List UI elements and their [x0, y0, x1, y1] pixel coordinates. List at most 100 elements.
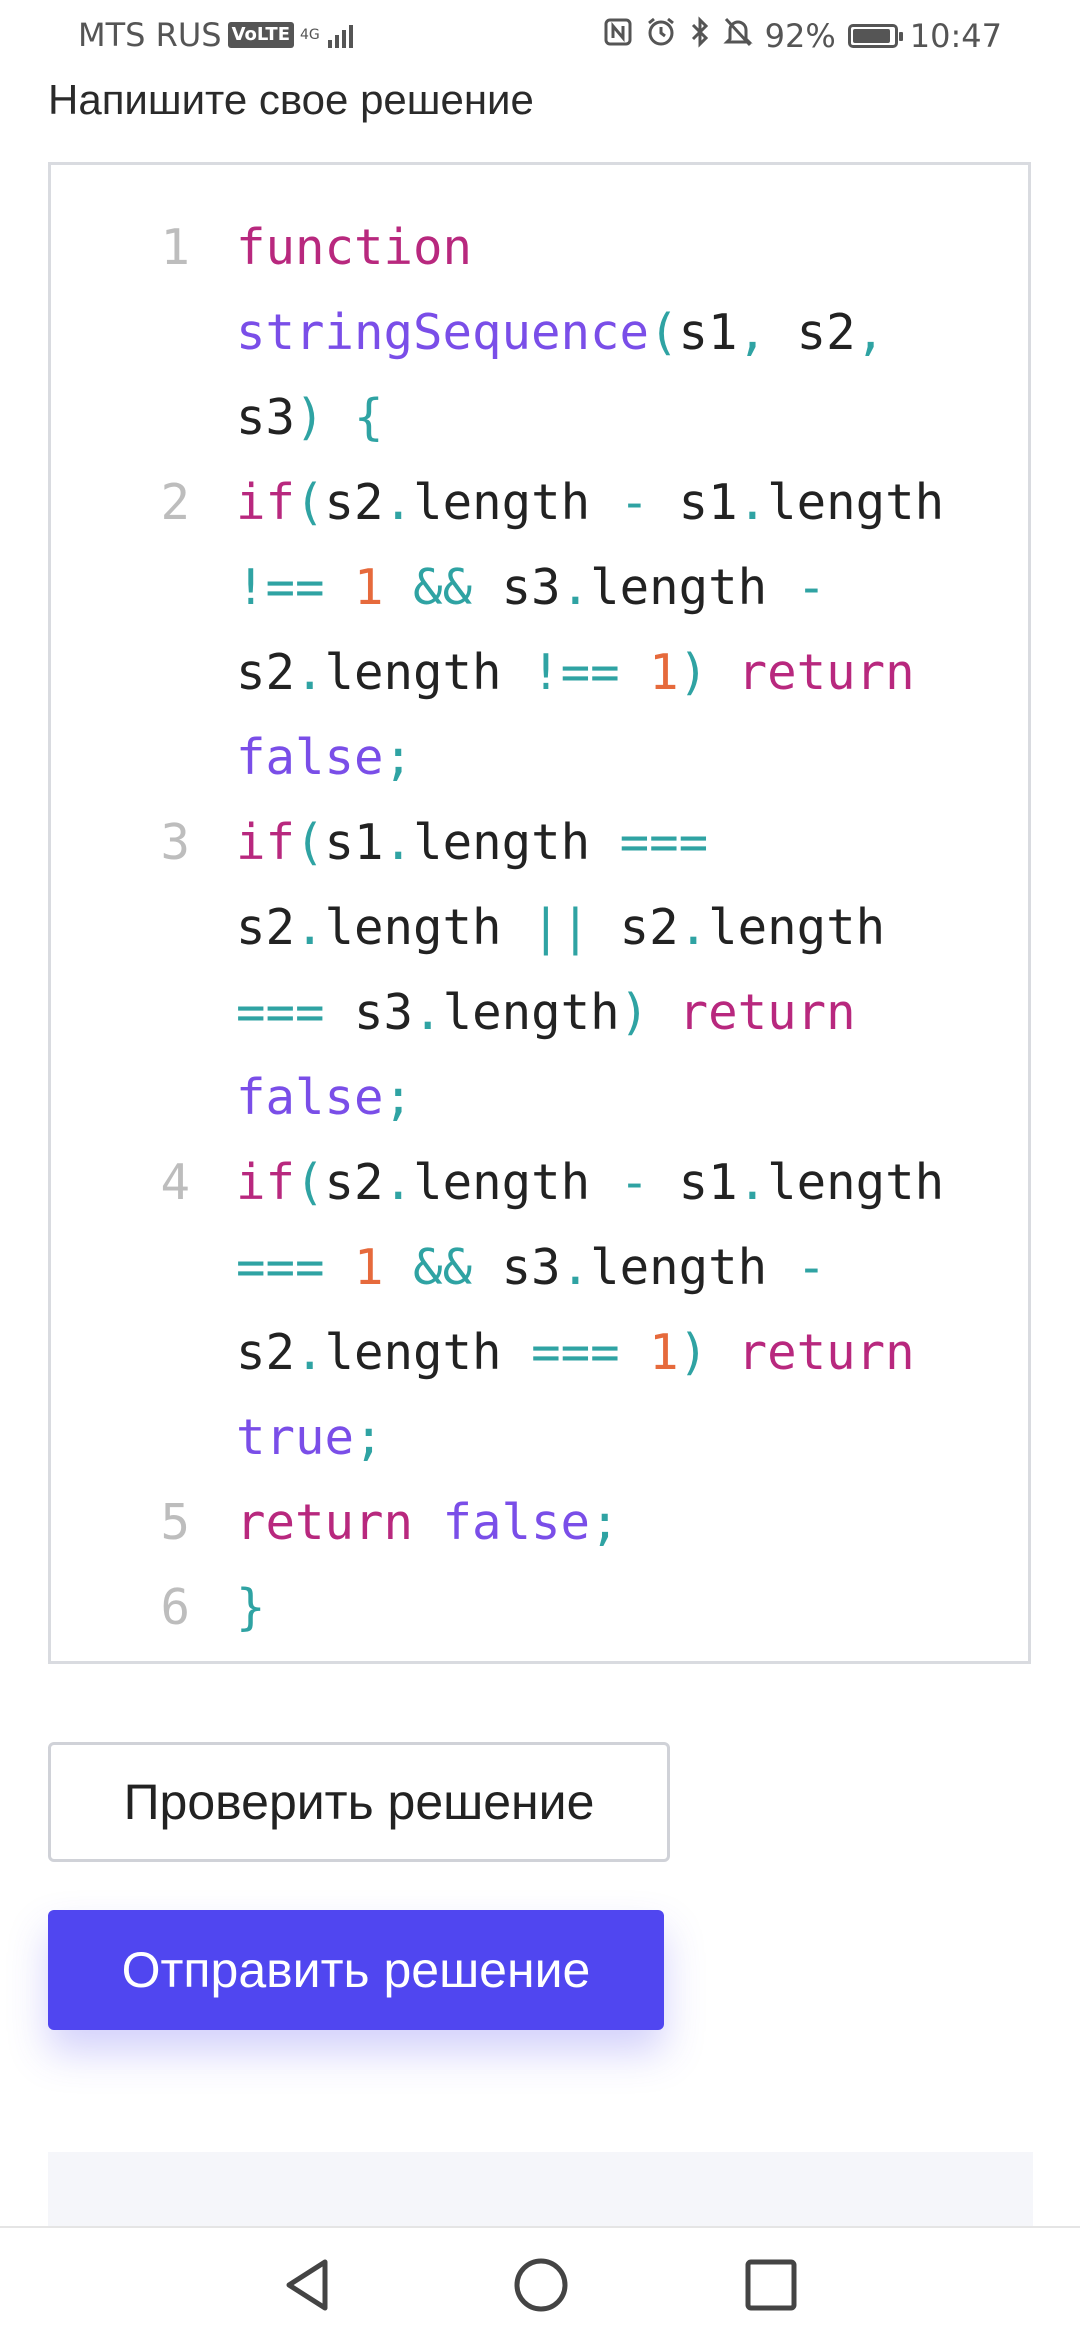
code-token: )	[678, 644, 709, 701]
line-number: 2	[160, 474, 190, 531]
code-token: false	[236, 729, 384, 786]
signal-icon	[328, 22, 353, 48]
code-line[interactable]: 3 if(s1.length === s2.length || s2.length…	[51, 800, 1028, 1140]
code-line[interactable]: 4 if(s2.length - s1.length === 1 && s3.le…	[51, 1140, 1028, 1480]
bluetooth-icon	[689, 16, 711, 56]
code-token: s2	[236, 644, 296, 701]
bottom-panel	[48, 2152, 1033, 2226]
code-text[interactable]: function stringSequence(s1, s2, s3) {	[236, 205, 966, 460]
code-token: -	[796, 559, 827, 616]
code-token: true	[236, 1409, 355, 1466]
code-token: !==	[236, 559, 325, 616]
line-number: 5	[160, 1494, 190, 1551]
code-token: ===	[619, 814, 709, 871]
back-triangle-icon[interactable]	[275, 2252, 341, 2318]
line-number: 6	[160, 1579, 190, 1636]
code-token: (	[295, 814, 325, 871]
code-token: if	[236, 1154, 296, 1211]
code-token: {	[354, 389, 384, 446]
code-token: .	[678, 899, 709, 956]
code-token: length	[413, 474, 591, 531]
battery-icon	[847, 24, 903, 48]
code-text[interactable]: }	[236, 1565, 966, 1650]
line-number: 4	[160, 1154, 190, 1211]
code-token: .	[383, 1154, 414, 1211]
code-token: false	[442, 1494, 591, 1551]
code-token: s3	[501, 1239, 561, 1296]
code-text[interactable]: if(s2.length - s1.length !== 1 && s3.len…	[236, 460, 966, 800]
code-token: (	[649, 304, 679, 361]
page-title: Напишите свое решение	[48, 76, 534, 123]
code-token: length	[324, 644, 502, 701]
code-token: ===	[236, 984, 325, 1041]
code-token: }	[236, 1579, 266, 1636]
code-token: )	[678, 1324, 709, 1381]
submit-solution-button[interactable]: Отправить решение	[48, 1910, 664, 2030]
code-token: ===	[236, 1239, 325, 1296]
code-token: s3	[354, 984, 414, 1041]
code-token: return	[737, 1324, 915, 1381]
code-token: false	[236, 1069, 384, 1126]
code-editor[interactable]: 1 function stringSequence(s1, s2, s3) {2 i…	[48, 162, 1031, 1664]
code-token: .	[295, 1324, 325, 1381]
code-token: )	[619, 984, 650, 1041]
alarm-icon	[645, 16, 677, 56]
clock: 10:47	[909, 17, 1002, 55]
code-token: length	[767, 474, 945, 531]
code-line[interactable]: 2 if(s2.length - s1.length !== 1 && s3.le…	[51, 460, 1028, 800]
code-token: ;	[354, 1409, 384, 1466]
code-text[interactable]: if(s2.length - s1.length === 1 && s3.len…	[236, 1140, 966, 1480]
code-token: length	[708, 899, 886, 956]
code-token: if	[236, 814, 296, 871]
code-token: .	[413, 984, 443, 1041]
line-number: 3	[160, 814, 190, 871]
code-line[interactable]: 1 function stringSequence(s1, s2, s3) {	[51, 205, 1028, 460]
code-token: )	[295, 389, 325, 446]
status-right: 92% 10:47	[603, 16, 1002, 56]
code-token: ;	[590, 1494, 620, 1551]
code-token: if	[236, 474, 296, 531]
code-token: 1	[649, 1324, 679, 1381]
code-token: length	[413, 1154, 591, 1211]
code-token: .	[560, 559, 591, 616]
code-token: length	[442, 984, 620, 1041]
code-token: return	[737, 644, 915, 701]
code-token: 1	[354, 559, 384, 616]
code-token: length	[324, 899, 502, 956]
status-left: MTS RUS VoLTE 4G	[78, 16, 353, 54]
code-token: ,	[737, 304, 768, 361]
code-token: .	[295, 644, 325, 701]
code-line[interactable]: 5 return false;	[51, 1480, 1028, 1565]
home-circle-icon[interactable]	[508, 2252, 574, 2318]
recent-square-icon[interactable]	[738, 2252, 804, 2318]
code-token: ===	[531, 1324, 620, 1381]
line-number: 1	[160, 219, 190, 276]
system-navbar	[0, 2226, 1080, 2342]
code-text[interactable]: return false;	[236, 1480, 966, 1565]
code-token: .	[737, 474, 768, 531]
code-token: ;	[383, 1069, 414, 1126]
check-solution-button[interactable]: Проверить решение	[48, 1742, 670, 1862]
code-token: s2	[796, 304, 856, 361]
mute-bell-icon	[723, 16, 753, 56]
code-token: s2	[619, 899, 679, 956]
code-token: length	[324, 1324, 502, 1381]
code-token: (	[295, 474, 325, 531]
code-token: &&	[413, 559, 473, 616]
code-line[interactable]: 6}	[51, 1565, 1028, 1650]
code-token: s1	[678, 304, 738, 361]
code-text[interactable]: if(s1.length === s2.length || s2.length …	[236, 800, 966, 1140]
code-token: s2	[236, 899, 296, 956]
code-token: .	[295, 899, 325, 956]
code-token: stringSequence	[236, 304, 650, 361]
battery-percent: 92%	[764, 17, 836, 55]
code-token: .	[737, 1154, 768, 1211]
code-token: length	[413, 814, 591, 871]
network-type: 4G	[300, 27, 320, 43]
code-lines[interactable]: 1 function stringSequence(s1, s2, s3) {2 i…	[51, 205, 1028, 1650]
code-token: -	[619, 1154, 650, 1211]
code-token: s3	[236, 389, 296, 446]
code-token: 1	[354, 1239, 384, 1296]
code-token: .	[560, 1239, 591, 1296]
carrier-name: MTS RUS	[78, 16, 222, 54]
